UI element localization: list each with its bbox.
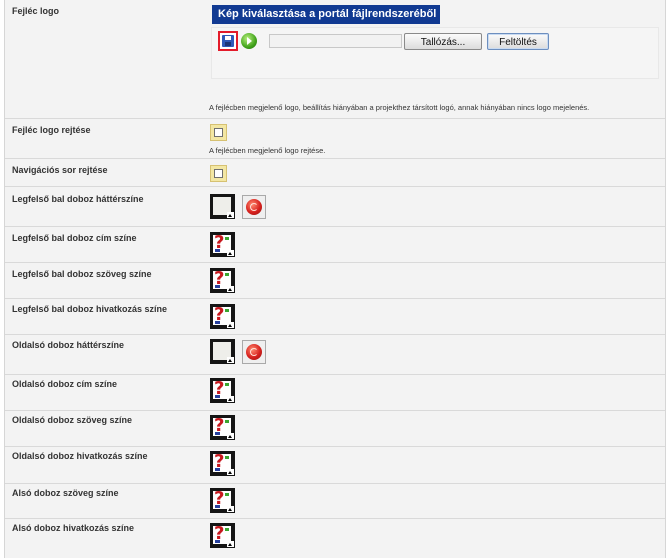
choose-from-filesystem-button[interactable]: Kép kiválasztása a portál fájlrendszeréb… [212, 5, 440, 24]
hide-navigation-label: Navigációs sor rejtése [12, 165, 108, 175]
color-row: Alsó doboz szöveg színe ? [5, 484, 665, 519]
color-picker-icon[interactable] [210, 194, 235, 219]
color-row: Legfelső bal doboz hivatkozás színe ? [5, 299, 665, 335]
settings-form: Fejléc logo Kép kiválasztása a portál fá… [4, 0, 666, 558]
color-picker-icon[interactable]: ? [210, 488, 235, 513]
go-icon[interactable] [241, 33, 257, 49]
row-header-logo: Fejléc logo Kép kiválasztása a portál fá… [5, 0, 665, 119]
color-picker-icon[interactable]: ? [210, 268, 235, 293]
color-row: Legfelső bal doboz szöveg színe ? [5, 263, 665, 299]
color-picker-icon[interactable]: ? [210, 415, 235, 440]
color-picker-icon[interactable]: ? [210, 451, 235, 476]
color-field-label: Oldalsó doboz háttérszíne [12, 340, 125, 350]
color-row: Legfelső bal doboz cím színe ? [5, 227, 665, 263]
browse-button[interactable]: Tallózás... [404, 33, 482, 50]
color-field-label: Oldalsó doboz hivatkozás színe [12, 451, 148, 461]
hide-navigation-checkbox[interactable] [210, 165, 227, 182]
reset-icon[interactable] [242, 340, 266, 364]
reset-icon[interactable] [242, 195, 266, 219]
color-field-label: Legfelső bal doboz cím színe [12, 233, 137, 243]
header-logo-label: Fejléc logo [12, 6, 60, 16]
color-field-label: Legfelső bal doboz háttérszíne [12, 194, 144, 204]
upload-button[interactable]: Feltöltés [487, 33, 549, 50]
color-row: Alsó doboz hivatkozás színe ? [5, 519, 665, 558]
color-picker-icon[interactable]: ? [210, 304, 235, 329]
color-row: Oldalsó doboz szöveg színe ? [5, 411, 665, 447]
header-logo-description: A fejlécben megjelenő logo, beállítás hi… [209, 103, 590, 112]
color-row: Oldalsó doboz háttérszíne [5, 335, 665, 375]
color-picker-icon[interactable]: ? [210, 378, 235, 403]
file-path-input[interactable] [269, 34, 402, 48]
hide-logo-label: Fejléc logo rejtése [12, 125, 91, 135]
hide-logo-description: A fejlécben megjelenő logo rejtése. [209, 146, 326, 155]
color-row: Oldalsó doboz hivatkozás színe ? [5, 447, 665, 484]
color-field-label: Oldalsó doboz szöveg színe [12, 415, 133, 425]
save-icon[interactable] [218, 31, 238, 51]
color-row: Oldalsó doboz cím színe ? [5, 375, 665, 411]
color-row: Legfelső bal doboz háttérszíne [5, 187, 665, 227]
row-hide-logo: Fejléc logo rejtése A fejlécben megjelen… [5, 119, 665, 159]
row-hide-navigation: Navigációs sor rejtése [5, 159, 665, 187]
color-picker-icon[interactable]: ? [210, 232, 235, 257]
color-field-label: Alsó doboz hivatkozás színe [12, 523, 135, 533]
color-field-label: Legfelső bal doboz hivatkozás színe [12, 304, 168, 314]
color-picker-icon[interactable] [210, 339, 235, 364]
color-field-label: Legfelső bal doboz szöveg színe [12, 269, 152, 279]
color-field-label: Oldalsó doboz cím színe [12, 379, 118, 389]
hide-logo-checkbox[interactable] [210, 124, 227, 141]
color-picker-icon[interactable]: ? [210, 523, 235, 548]
color-field-label: Alsó doboz szöveg színe [12, 488, 119, 498]
